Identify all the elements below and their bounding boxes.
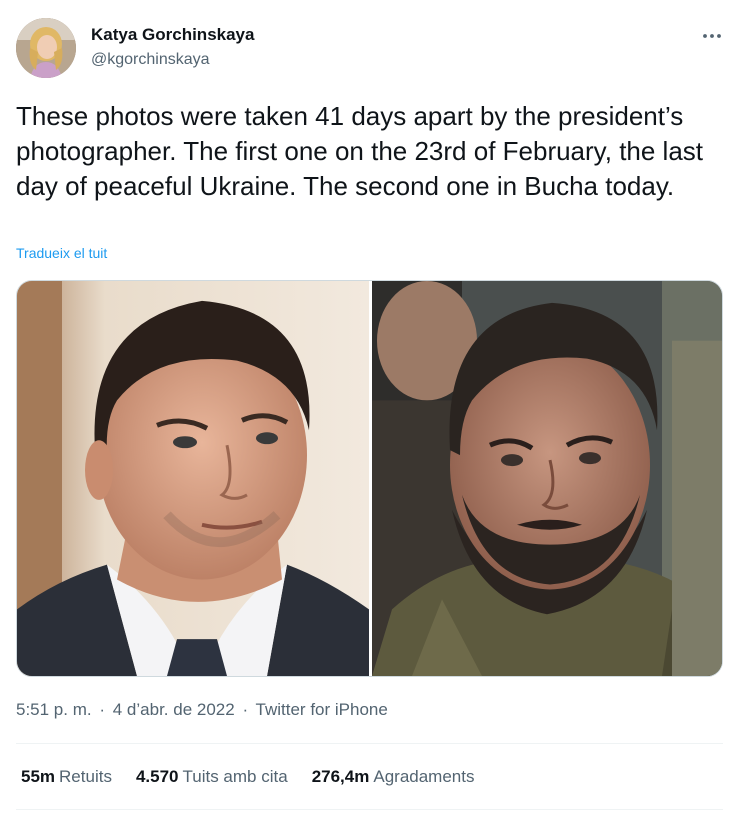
retweets-label: Retuits	[59, 767, 112, 786]
quotes-count: 4.570	[135, 767, 179, 786]
photo-right-image	[372, 281, 722, 676]
tweet-text: These photos were taken 41 days apart by…	[16, 101, 704, 201]
divider	[16, 809, 723, 810]
meta-separator: ·	[99, 700, 106, 719]
divider	[16, 743, 723, 744]
tweet-detail: Katya Gorchinskaya @kgorchinskaya These …	[0, 0, 743, 825]
retweets-count: 55m	[21, 767, 56, 786]
author-handle[interactable]: @kgorchinskaya	[91, 51, 210, 69]
retweets-stat[interactable]: 55m Retuits	[21, 767, 112, 787]
meta-separator: ·	[242, 700, 249, 719]
more-options-icon[interactable]	[701, 26, 723, 46]
photo-right[interactable]	[372, 281, 722, 676]
avatar-image	[16, 18, 76, 78]
quotes-stat[interactable]: 4.570 Tuits amb cita	[136, 767, 288, 787]
tweet-media	[16, 280, 723, 677]
tweet-stats: 55m Retuits 4.570 Tuits amb cita 276,4m Agr…	[21, 767, 474, 787]
photo-left[interactable]	[17, 281, 369, 676]
author-name[interactable]: Katya Gorchinskaya	[91, 25, 254, 45]
translate-tweet-link[interactable]: Tradueix el tuit	[16, 245, 107, 261]
author-avatar[interactable]	[16, 18, 76, 78]
quotes-label: Tuits amb cita	[182, 767, 288, 786]
photo-left-image	[17, 281, 369, 676]
tweet-source[interactable]: Twitter for iPhone	[256, 700, 388, 719]
likes-stat[interactable]: 276,4m Agradaments	[312, 767, 475, 787]
likes-label: Agradaments	[373, 767, 475, 786]
tweet-date[interactable]: 4 d’abr. de 2022	[113, 700, 235, 719]
tweet-time[interactable]: 5:51 p. m.	[16, 700, 92, 719]
tweet-meta: 5:51 p. m. · 4 d’abr. de 2022 · Twitter …	[16, 700, 388, 720]
likes-count: 276,4m	[311, 767, 370, 786]
